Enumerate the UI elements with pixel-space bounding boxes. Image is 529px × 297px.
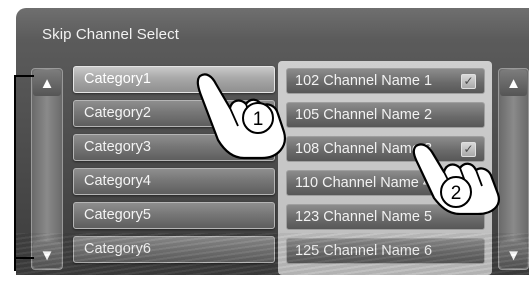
category-scroll-up-button[interactable]: ▲ (33, 70, 61, 96)
scroll-callout-cap (14, 257, 34, 259)
pointing-hand-icon: 1 (196, 73, 286, 160)
category-item[interactable]: Category5 (73, 202, 275, 229)
channel-item[interactable]: 105 Channel Name 2 (286, 102, 485, 128)
triangle-down-icon: ▼ (39, 246, 55, 264)
scroll-callout-cap (14, 75, 34, 77)
channel-label: 105 Channel Name 2 (295, 107, 433, 123)
triangle-down-icon: ▼ (506, 246, 521, 264)
channel-item[interactable]: 102 Channel Name 1 ✓ (286, 68, 485, 94)
step-1-marker: 1 (253, 109, 264, 130)
category-scroll-down-button[interactable]: ▼ (33, 242, 61, 268)
triangle-up-icon: ▲ (39, 74, 55, 92)
channel-scroll-down-button[interactable]: ▼ (500, 242, 527, 268)
channel-label: 102 Channel Name 1 (295, 73, 433, 89)
triangle-up-icon: ▲ (506, 74, 521, 92)
channel-item[interactable]: 125 Channel Name 6 (286, 238, 485, 264)
category-item[interactable]: Category6 (73, 236, 275, 263)
channel-label: 125 Channel Name 6 (295, 243, 433, 259)
category-scroll-bar[interactable]: ▲ ▼ (31, 68, 63, 270)
channel-scroll-up-button[interactable]: ▲ (500, 70, 527, 96)
step-2-marker: 2 (451, 183, 462, 204)
scroll-callout-line (14, 75, 16, 271)
category-item[interactable]: Category4 (73, 168, 275, 195)
checkbox-checked-icon[interactable]: ✓ (461, 74, 476, 89)
screen-title: Skip Channel Select (42, 26, 179, 43)
pointing-hand-icon: 2 (412, 143, 500, 215)
